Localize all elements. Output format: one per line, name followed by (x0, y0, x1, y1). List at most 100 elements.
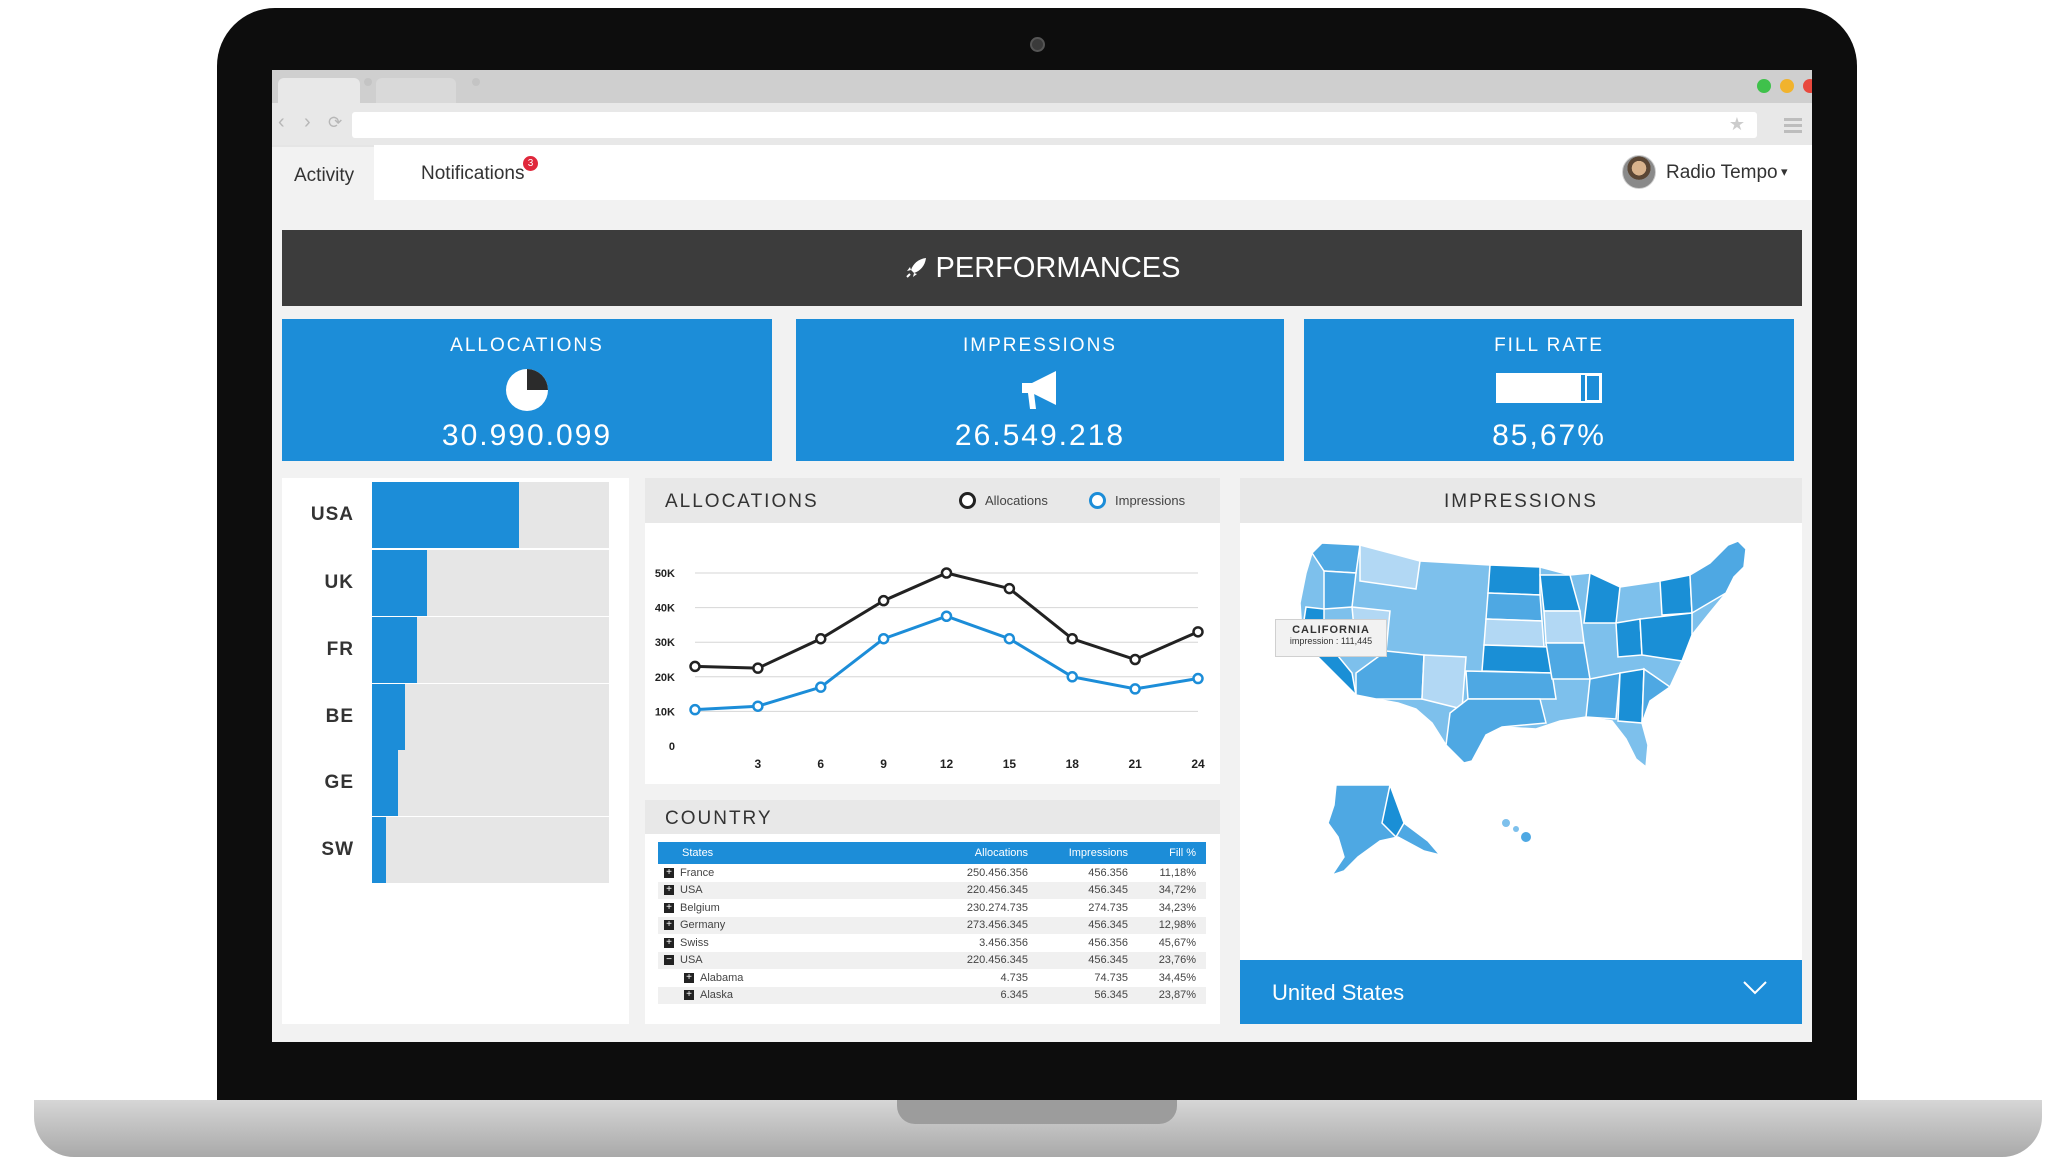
table-cell-fill: 12,98% (1138, 916, 1206, 934)
map-region[interactable] (1487, 564, 1541, 596)
table-cell-fill: 34,23% (1158, 901, 1196, 914)
us-map (1299, 540, 1747, 877)
maximize-window-icon[interactable] (1757, 79, 1771, 93)
column-header[interactable]: States (658, 842, 928, 864)
expand-icon[interactable]: + (684, 990, 694, 1001)
rocket-icon (905, 258, 926, 278)
table-row[interactable]: + France 250.456.356 456.356 11,18% (658, 864, 1206, 882)
minimize-window-icon[interactable] (1780, 79, 1794, 93)
map-region[interactable] (1543, 610, 1585, 644)
address-bar[interactable]: ★ (352, 112, 1757, 138)
country-bar[interactable] (372, 684, 406, 750)
data-point-impressions (689, 703, 701, 716)
bookmark-star-icon[interactable]: ★ (1729, 114, 1745, 135)
tab-close-icon[interactable] (364, 78, 372, 86)
map-region[interactable] (1481, 644, 1553, 674)
browser-tab[interactable] (278, 78, 360, 103)
table-row[interactable]: + Alabama 4.735 74.735 34,45% (658, 969, 1206, 987)
map-region[interactable] (1483, 618, 1545, 648)
map-region-hawaii[interactable] (1513, 826, 1519, 832)
tab-activity[interactable]: Activity (272, 145, 374, 200)
map-region[interactable] (1585, 672, 1621, 720)
country-bar-row: UK (282, 550, 629, 616)
map-region-hawaii[interactable] (1521, 832, 1531, 842)
country-bar[interactable] (372, 750, 399, 816)
map-region[interactable] (1583, 571, 1621, 624)
map-region[interactable] (1445, 698, 1547, 764)
back-icon[interactable]: ‹ (278, 111, 285, 134)
allocations-chart-panel: ALLOCATIONS Allocations Impressions 0 10K… (645, 478, 1220, 784)
kpi-value: 26.549.218 (954, 419, 1126, 452)
table-cell-impressions: 456.356 (1088, 866, 1128, 879)
legend-label: Impressions (1115, 493, 1186, 508)
column-header[interactable]: Impressions (1038, 842, 1138, 864)
expand-icon[interactable]: + (664, 867, 674, 878)
map-region[interactable] (1323, 570, 1357, 610)
table-cell-state: + Belgium (658, 899, 928, 917)
table-row[interactable]: − USA 220.456.345 456.345 23,76% (658, 951, 1206, 969)
table-row[interactable]: + Alaska 6.345 56.345 23,87% (658, 986, 1206, 1004)
expand-icon[interactable]: + (664, 885, 674, 896)
table-cell-allocations: 3.456.356 (979, 936, 1028, 949)
pie-chart-icon (506, 369, 548, 411)
chevron-down-icon[interactable]: ▾ (1781, 164, 1788, 180)
country-bar-label: GE (324, 772, 354, 793)
user-name[interactable]: Radio Tempo (1666, 162, 1778, 184)
expand-icon[interactable]: + (664, 902, 674, 913)
x-tick-label: 15 (1003, 757, 1017, 771)
close-window-icon[interactable] (1803, 79, 1812, 93)
page-title: PERFORMANCES (935, 252, 1181, 284)
kpi-allocations: ALLOCATIONS 30.990.099 (282, 319, 772, 461)
map-region[interactable] (1617, 668, 1645, 724)
y-tick-label: 20K (655, 672, 675, 684)
panel-header: ALLOCATIONS Allocations Impressions (645, 478, 1220, 523)
browser-tab[interactable] (376, 78, 456, 103)
map-region[interactable] (1545, 642, 1591, 680)
table-row[interactable]: + Belgium 230.274.735 274.735 34,23% (658, 899, 1206, 917)
reload-icon[interactable]: ⟳ (328, 113, 342, 133)
map-region[interactable] (1485, 592, 1543, 622)
table-cell-allocations: 250.456.356 (966, 866, 1028, 879)
chevron-down-icon[interactable] (1742, 978, 1768, 998)
data-point-allocations (689, 660, 701, 673)
table-row[interactable]: + Germany 273.456.345 456.345 12,98% (658, 916, 1206, 934)
country-bar[interactable] (372, 817, 387, 883)
tooltip-state: CALIFORNIA (1292, 624, 1370, 636)
collapse-icon[interactable]: − (664, 955, 674, 966)
map-region[interactable] (1615, 618, 1643, 658)
country-bar[interactable] (372, 617, 418, 683)
table-cell-state: + USA (658, 881, 928, 899)
country-bar[interactable] (372, 482, 519, 548)
tab-close-icon[interactable] (472, 78, 480, 86)
forward-icon[interactable]: › (304, 111, 311, 134)
performances-banner: PERFORMANCES (282, 230, 1802, 306)
column-header[interactable]: Fill % (1138, 842, 1206, 864)
map-region-alaska[interactable] (1327, 784, 1443, 877)
table-cell-impressions: 456.356 (1088, 936, 1128, 949)
expand-icon[interactable]: + (664, 937, 674, 948)
map-region[interactable] (1421, 654, 1467, 710)
browser-menu-icon[interactable] (1784, 118, 1802, 136)
kpi-value: 85,67% (1492, 419, 1606, 452)
country-bar[interactable] (372, 550, 427, 616)
kpi-impressions: IMPRESSIONS 26.549.218 (796, 319, 1284, 461)
table-cell-allocations: 220.456.345 (928, 951, 1038, 969)
expand-icon[interactable]: + (684, 972, 694, 983)
map-region-hawaii[interactable] (1502, 819, 1510, 827)
country-bar-label: SW (321, 839, 354, 860)
table-row[interactable]: + Swiss 3.456.356 456.356 45,67% (658, 934, 1206, 952)
map-region[interactable] (1639, 612, 1693, 662)
map-region[interactable] (1659, 574, 1693, 616)
map-region[interactable] (1465, 670, 1557, 700)
table-cell-state: + France (658, 864, 928, 882)
table-row[interactable]: + USA 220.456.345 456.345 34,72% (658, 881, 1206, 899)
table-cell-allocations: 6.345 (928, 986, 1038, 1004)
country-select[interactable]: United States (1240, 960, 1802, 1024)
map-region[interactable] (1359, 544, 1421, 590)
avatar[interactable] (1622, 155, 1656, 189)
table-cell-impressions: 274.735 (1088, 901, 1128, 914)
expand-icon[interactable]: + (664, 920, 674, 931)
column-header[interactable]: Allocations (928, 842, 1038, 864)
table-cell-impressions: 456.345 (1038, 881, 1138, 899)
table-cell-allocations: 273.456.345 (928, 916, 1038, 934)
